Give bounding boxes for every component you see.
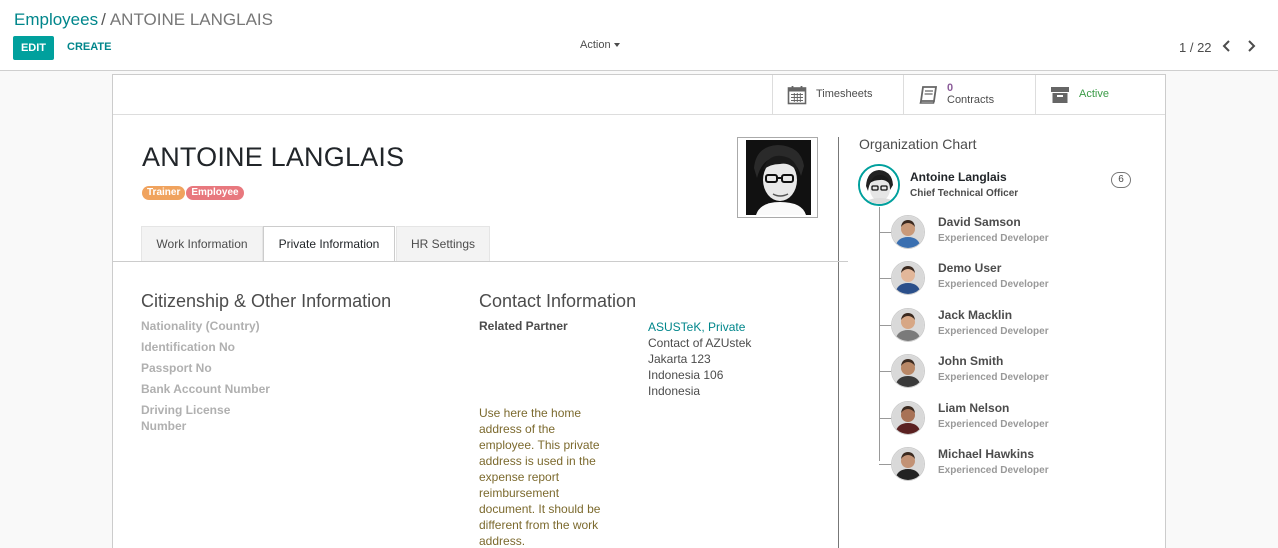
person-avatar-image <box>892 309 924 341</box>
org-chart-title: Organization Chart <box>859 136 977 152</box>
manager-avatar-image <box>860 166 898 204</box>
employee-tags: Trainer Employee <box>142 183 245 200</box>
subordinate-job-title: Experienced Developer <box>938 372 1049 383</box>
citizenship-section-title: Citizenship & Other Information <box>141 291 392 311</box>
related-partner-label: Related Partner <box>479 319 568 333</box>
related-partner-link[interactable]: ASUSTeK, Private <box>648 319 745 335</box>
subordinate-avatar <box>891 401 925 435</box>
subordinate-item[interactable]: Liam Nelson Experienced Developer <box>879 401 1179 437</box>
pager-value[interactable]: 1 / 22 <box>1179 40 1212 55</box>
create-button[interactable]: CREATE <box>67 41 111 53</box>
subordinate-name[interactable]: David Samson <box>938 215 1021 229</box>
driving-license-label: Driving License <box>141 403 231 417</box>
subordinate-item[interactable]: Demo User Experienced Developer <box>879 261 1179 297</box>
employee-avatar-image <box>746 140 811 215</box>
subordinate-job-title: Experienced Developer <box>938 279 1049 290</box>
address-line: Contact of AZUstek <box>648 336 752 350</box>
control-panel: Employees / ANTOINE LANGLAIS EDIT CREATE A… <box>0 0 1278 71</box>
tab-work-information[interactable]: Work Information <box>141 226 263 261</box>
contracts-count: 0 <box>947 82 954 94</box>
active-toggle-button[interactable]: Active <box>1035 75 1166 114</box>
contracts-label: Contracts <box>947 94 995 106</box>
timesheets-button[interactable]: Timesheets <box>772 75 903 114</box>
subordinate-name[interactable]: Michael Hawkins <box>938 447 1034 461</box>
action-dropdown[interactable]: Action <box>580 39 620 51</box>
timesheets-label: Timesheets <box>816 88 873 100</box>
person-avatar-image <box>892 355 924 387</box>
person-avatar-image <box>892 448 924 480</box>
subordinate-avatar <box>891 447 925 481</box>
breadcrumb-employees-link[interactable]: Employees <box>14 10 98 29</box>
contact-section-title: Contact Information <box>479 291 637 311</box>
chevron-left-icon <box>1222 40 1230 52</box>
address-help-text: Use here the home address of the employe… <box>479 406 601 548</box>
nationality-label: Nationality (Country) <box>141 319 260 333</box>
breadcrumb-separator: / <box>101 10 106 29</box>
driving-license-label-cont: Number <box>141 419 187 433</box>
address-line: Jakarta 123 <box>648 352 711 366</box>
subordinate-avatar <box>891 215 925 249</box>
form-sheet: Timesheets 0 Contracts Active ANTOINE LA… <box>112 74 1166 548</box>
contracts-button[interactable]: 0 Contracts <box>903 75 1035 114</box>
action-label: Action <box>580 39 611 51</box>
manager-avatar <box>858 164 900 206</box>
manager-name[interactable]: Antoine Langlais <box>910 170 1007 184</box>
tab-hr-settings[interactable]: HR Settings <box>396 226 490 261</box>
passport-label: Passport No <box>141 361 212 375</box>
pager-next-button[interactable] <box>1244 38 1258 54</box>
bank-account-label: Bank Account Number <box>141 382 270 396</box>
subordinate-avatar <box>891 354 925 388</box>
sheet-divider <box>838 137 839 548</box>
employee-photo[interactable] <box>737 137 818 218</box>
tabs-underline <box>113 261 848 262</box>
person-avatar-image <box>892 262 924 294</box>
smart-button-box: Timesheets 0 Contracts Active <box>113 75 1165 115</box>
subordinate-job-title: Experienced Developer <box>938 233 1049 244</box>
subordinate-item[interactable]: Jack Macklin Experienced Developer <box>879 308 1179 344</box>
person-avatar-image <box>892 402 924 434</box>
chevron-right-icon <box>1248 40 1256 52</box>
subordinate-job-title: Experienced Developer <box>938 465 1049 476</box>
subordinate-job-title: Experienced Developer <box>938 326 1049 337</box>
tab-private-information[interactable]: Private Information <box>263 226 395 262</box>
person-avatar-image <box>892 216 924 248</box>
breadcrumb: Employees / ANTOINE LANGLAIS <box>14 10 273 30</box>
tag-trainer[interactable]: Trainer <box>142 186 186 200</box>
manager-job-title: Chief Technical Officer <box>910 188 1019 199</box>
subordinate-item[interactable]: Michael Hawkins Experienced Developer <box>879 447 1179 483</box>
archive-icon <box>1051 87 1069 103</box>
identification-label: Identification No <box>141 340 235 354</box>
subordinate-avatar <box>891 261 925 295</box>
book-icon <box>919 86 938 104</box>
address-line: Indonesia 106 <box>648 368 724 382</box>
subordinate-avatar <box>891 308 925 342</box>
tag-employee[interactable]: Employee <box>186 186 244 200</box>
active-label: Active <box>1079 88 1109 100</box>
subordinate-item[interactable]: David Samson Experienced Developer <box>879 215 1179 251</box>
subordinates-count-badge[interactable]: 6 <box>1111 172 1131 188</box>
breadcrumb-current: ANTOINE LANGLAIS <box>109 10 273 29</box>
subordinate-name[interactable]: Liam Nelson <box>938 401 1009 415</box>
calendar-icon <box>787 86 807 105</box>
subordinate-name[interactable]: John Smith <box>938 354 1003 368</box>
employee-name: ANTOINE LANGLAIS <box>142 142 405 172</box>
subordinate-item[interactable]: John Smith Experienced Developer <box>879 354 1179 390</box>
edit-button[interactable]: EDIT <box>13 36 54 60</box>
subordinate-name[interactable]: Jack Macklin <box>938 308 1012 322</box>
address-line: Indonesia <box>648 384 701 398</box>
pager-previous-button[interactable] <box>1220 38 1234 54</box>
caret-down-icon <box>613 43 620 48</box>
subordinate-name[interactable]: Demo User <box>938 261 1001 275</box>
subordinate-job-title: Experienced Developer <box>938 419 1049 430</box>
